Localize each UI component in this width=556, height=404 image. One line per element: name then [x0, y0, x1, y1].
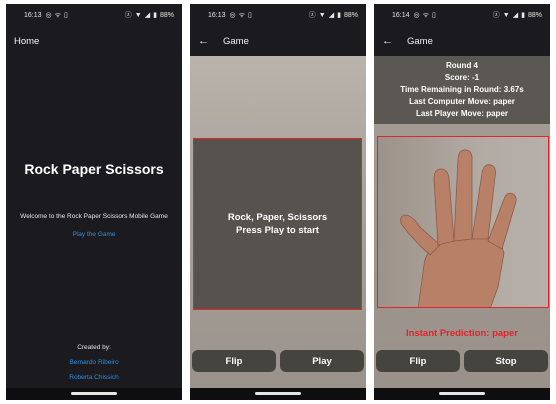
- game-running-screen: 16:14 ◎ ᯤ ▯ ⓩ ▼ ◢ ▮ 88% ← Game Round 4 S…: [374, 4, 550, 400]
- app-bar: ← Game: [190, 26, 366, 56]
- instant-prediction-label: Instant Prediction: paper: [406, 328, 518, 339]
- signal-icon: ◢: [512, 12, 519, 19]
- whatsapp-icon: ◎: [229, 11, 236, 19]
- navigation-bar: [374, 388, 550, 400]
- score-label: Score: -1: [444, 73, 480, 82]
- status-bar: 16:14 ◎ ᯤ ▯ ⓩ ▼ ◢ ▮ 88%: [374, 4, 550, 26]
- page-title: Home: [14, 35, 40, 47]
- camera-preview: Rock, Paper, Scissors Press Play to star…: [190, 56, 366, 388]
- mute-icon: ⓩ: [124, 12, 132, 19]
- status-bar: 16:13 ◎ ᯤ ▯ ⓩ ▼ ◢ ▮ 88%: [6, 4, 182, 26]
- flip-button[interactable]: Flip: [192, 350, 276, 372]
- game-title: Rock Paper Scissors: [24, 161, 164, 177]
- status-time: 16:13: [208, 11, 226, 19]
- creator-link[interactable]: Bernardo Ribeiro: [6, 359, 182, 366]
- back-arrow-icon[interactable]: ←: [382, 35, 393, 47]
- status-time: 16:14: [392, 11, 410, 19]
- wifi-calling-icon: ᯤ: [54, 11, 62, 19]
- battery-icon: ▮: [153, 12, 157, 19]
- detection-box: Rock, Paper, Scissors Press Play to star…: [193, 138, 362, 310]
- stop-button[interactable]: Stop: [464, 350, 548, 372]
- app-bar: Home: [6, 26, 182, 56]
- wifi-calling-icon: ᯤ: [422, 11, 430, 19]
- welcome-text: Welcome to the Rock Paper Scissors Mobil…: [20, 213, 168, 220]
- mute-icon: ⓩ: [492, 12, 500, 19]
- wifi-icon: ▼: [502, 11, 510, 19]
- prompt-line-1: Rock, Paper, Scissors: [227, 212, 328, 223]
- battery-level: 88%: [527, 11, 542, 19]
- navigation-bar: [190, 388, 366, 400]
- whatsapp-icon: ◎: [45, 11, 52, 19]
- home-gesture-handle[interactable]: [71, 392, 117, 395]
- home-content: Rock Paper Scissors Welcome to the Rock …: [6, 56, 182, 388]
- prompt-line-2: Press Play to start: [236, 225, 319, 236]
- play-button[interactable]: Play: [280, 350, 364, 372]
- flip-button[interactable]: Flip: [376, 350, 460, 372]
- game-start-screen: 16:13 ◎ ᯤ ▯ ⓩ ▼ ◢ ▮ 88% ← Game Rock, Pap…: [190, 4, 366, 400]
- button-row: Flip Stop: [374, 350, 550, 372]
- home-screen: 16:13 ◎ ᯤ ▯ ⓩ ▼ ◢ ▮ 88% Home Rock Paper …: [6, 4, 182, 400]
- last-computer-move-label: Last Computer Move: paper: [409, 97, 515, 106]
- mute-icon: ⓩ: [308, 12, 316, 19]
- wifi-icon: ▼: [318, 11, 326, 19]
- time-remaining-label: Time Remaining in Round: 3.67s: [400, 85, 524, 94]
- battery-level: 88%: [343, 11, 358, 19]
- battery-level: 88%: [159, 11, 174, 19]
- game-stats-panel: Round 4 Score: -1 Time Remaining in Roun…: [374, 56, 550, 124]
- status-time: 16:13: [24, 11, 42, 19]
- whatsapp-icon: ◎: [413, 11, 420, 19]
- signal-icon: ◢: [328, 12, 335, 19]
- page-title: Game: [223, 35, 249, 47]
- round-label: Round 4: [446, 61, 478, 70]
- nfc-icon: ▯: [248, 11, 252, 19]
- page-title: Game: [407, 35, 433, 47]
- camera-preview: Round 4 Score: -1 Time Remaining in Roun…: [374, 56, 550, 388]
- nfc-icon: ▯: [64, 11, 68, 19]
- play-the-game-link[interactable]: Play the Game: [6, 231, 182, 238]
- button-row: Flip Play: [190, 350, 366, 372]
- nfc-icon: ▯: [432, 11, 436, 19]
- status-bar: 16:13 ◎ ᯤ ▯ ⓩ ▼ ◢ ▮ 88%: [190, 4, 366, 26]
- app-bar: ← Game: [374, 26, 550, 56]
- home-gesture-handle[interactable]: [255, 392, 301, 395]
- home-gesture-handle[interactable]: [439, 392, 485, 395]
- wifi-icon: ▼: [134, 11, 142, 19]
- back-arrow-icon[interactable]: ←: [198, 35, 209, 47]
- signal-icon: ◢: [144, 12, 151, 19]
- battery-icon: ▮: [521, 12, 525, 19]
- navigation-bar: [6, 388, 182, 400]
- hand-image: [400, 149, 517, 307]
- last-player-move-label: Last Player Move: paper: [415, 109, 509, 118]
- detection-box: [377, 136, 549, 308]
- created-by-label: Created by:: [77, 344, 111, 351]
- battery-icon: ▮: [337, 12, 341, 19]
- creator-link[interactable]: Roberta Chissich: [6, 374, 182, 381]
- wifi-calling-icon: ᯤ: [238, 11, 246, 19]
